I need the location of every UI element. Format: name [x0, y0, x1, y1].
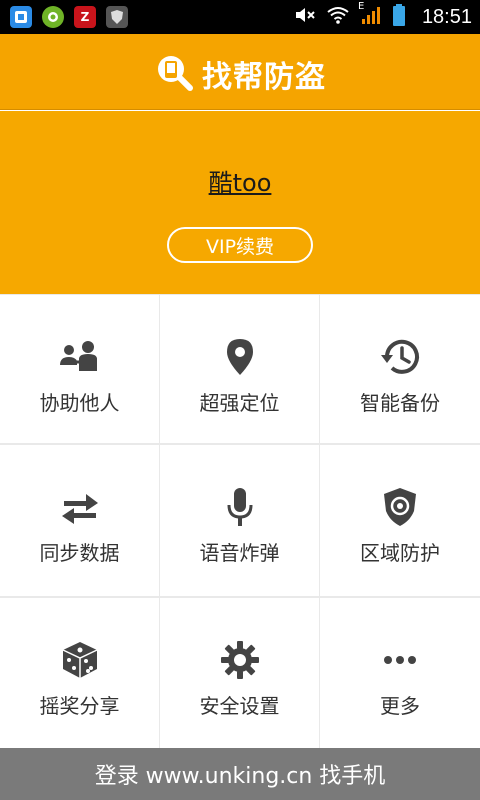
tile-security-settings[interactable]: 安全设置 [160, 598, 319, 748]
app-header: 找帮防盗 [0, 34, 480, 110]
mute-icon [294, 6, 316, 28]
shield-icon [382, 487, 418, 527]
history-backup-icon [378, 337, 422, 377]
tile-assist-others[interactable]: 协助他人 [0, 295, 159, 443]
clock: 18:51 [421, 5, 472, 28]
system-icons: E 18:51 [294, 1, 472, 30]
network-type-label: E [357, 1, 365, 12]
tile-label: 安全设置 [199, 694, 280, 718]
tile-smart-backup[interactable]: 智能备份 [320, 295, 480, 443]
brand: 找帮防盗 [0, 52, 480, 96]
tile-label: 同步数据 [39, 541, 120, 565]
location-pin-icon [225, 337, 255, 377]
search-phone-icon [154, 52, 194, 96]
tile-label: 区域防护 [360, 541, 440, 565]
app-title: 找帮防盗 [202, 60, 326, 95]
microphone-icon [225, 487, 255, 527]
tile-sync-data[interactable]: 同步数据 [0, 445, 159, 596]
more-dots-icon [383, 640, 417, 680]
shield-app-icon [106, 6, 128, 28]
battery-icon [392, 4, 406, 30]
tile-label: 更多 [380, 694, 420, 718]
tile-locate[interactable]: 超强定位 [160, 295, 319, 443]
feature-grid: 协助他人 超强定位 智能备份 同步数据 语音炸弹 区域防护 摇奖分享 安全设置 … [0, 294, 480, 748]
signal-icon: E [358, 1, 382, 29]
tile-label: 协助他人 [39, 391, 120, 415]
tile-label: 超强定位 [199, 391, 280, 415]
status-bar: Z E 18:51 [0, 0, 480, 34]
tile-label: 摇奖分享 [39, 694, 120, 718]
people-icon [57, 337, 103, 377]
tile-label: 智能备份 [360, 391, 440, 415]
tile-area-protect[interactable]: 区域防护 [320, 445, 480, 596]
dice-icon [60, 640, 100, 680]
notification-icons: Z [10, 6, 128, 28]
settings-app-icon [10, 6, 32, 28]
tile-voice-bomb[interactable]: 语音炸弹 [160, 445, 319, 596]
login-footer-link[interactable]: 登录 www.unking.cn 找手机 [0, 748, 480, 800]
gear-icon [220, 640, 260, 680]
username-link[interactable]: 酷too [0, 163, 480, 198]
android-app-icon [42, 6, 64, 28]
z-app-icon: Z [74, 6, 96, 28]
wifi-icon [326, 6, 350, 28]
tile-label: 语音炸弹 [199, 541, 280, 565]
profile-panel: 酷too VIP续费 [0, 111, 480, 294]
tile-more[interactable]: 更多 [320, 598, 480, 748]
tile-lottery-share[interactable]: 摇奖分享 [0, 598, 159, 748]
vip-renew-button[interactable]: VIP续费 [167, 227, 313, 263]
sync-arrows-icon [60, 487, 100, 527]
